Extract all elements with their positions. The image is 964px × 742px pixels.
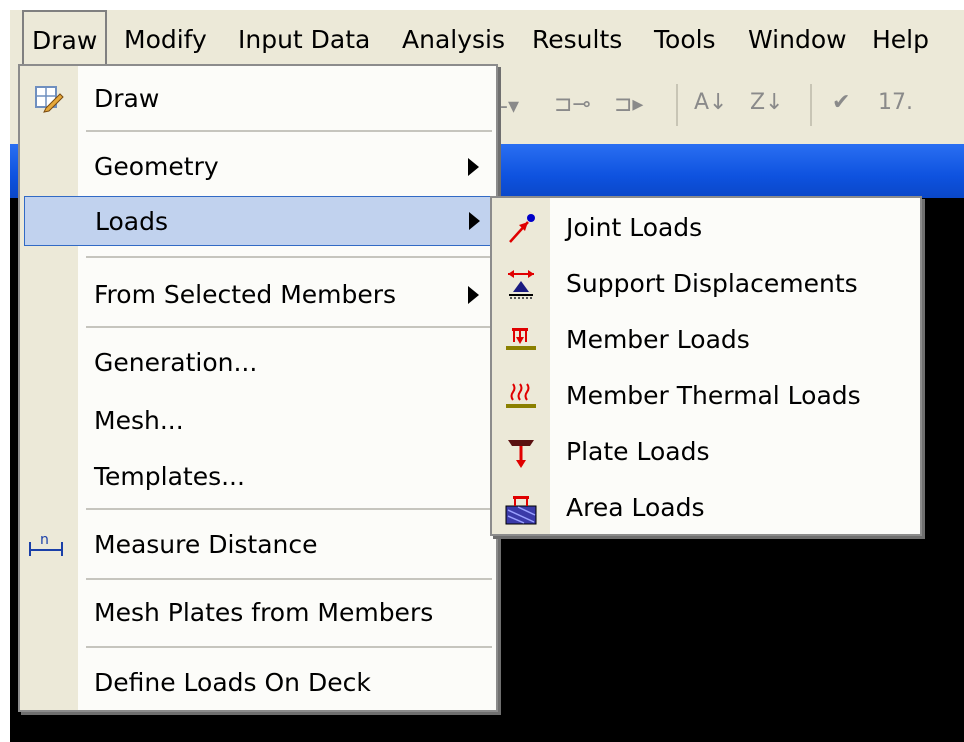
menu-analysis[interactable]: Analysis	[402, 10, 505, 66]
menu-draw[interactable]: Draw	[22, 10, 108, 66]
submenu-item-label: Joint Loads	[566, 213, 703, 242]
menu-item-generation[interactable]: Generation...	[20, 338, 496, 388]
menu-item-label: Mesh Plates from Members	[94, 598, 434, 627]
menu-modify[interactable]: Modify	[124, 10, 207, 66]
menu-separator	[86, 646, 492, 648]
toolbar-number: 17.	[878, 90, 913, 115]
measure-distance-icon: n	[29, 532, 63, 556]
submenu-item-label: Member Loads	[566, 325, 750, 354]
menu-item-define-loads-on-deck[interactable]: Define Loads On Deck	[20, 658, 496, 708]
draw-pencil-icon	[35, 86, 64, 113]
menu-item-mesh-plates-from-members[interactable]: Mesh Plates from Members	[20, 588, 496, 638]
menu-item-label: Draw	[94, 84, 160, 113]
draw-menu-dropdown: Draw Geometry Loads From Selected Member…	[18, 64, 498, 712]
svg-text:n: n	[40, 532, 49, 548]
submenu-item-support-displacements[interactable]: Support Displacements	[492, 258, 920, 310]
menu-item-label: Measure Distance	[94, 530, 318, 559]
menu-item-draw[interactable]: Draw	[20, 74, 496, 124]
thermal-load-icon	[506, 383, 536, 408]
menu-item-label: Loads	[95, 207, 168, 236]
sort-descending-icon[interactable]: Z↓	[750, 90, 784, 115]
menu-input-data[interactable]: Input Data	[238, 10, 370, 66]
menu-item-label: Geometry	[94, 152, 219, 181]
menu-item-measure-distance[interactable]: n Measure Distance	[20, 520, 496, 570]
submenu-item-plate-loads[interactable]: Plate Loads	[492, 426, 920, 478]
toolbar-separator	[676, 84, 678, 126]
menu-window[interactable]: Window	[748, 10, 847, 66]
submenu-arrow-icon	[469, 212, 480, 230]
menu-tools[interactable]: Tools	[654, 10, 716, 66]
joint-load-icon	[509, 214, 535, 243]
toolbar-separator	[810, 84, 812, 126]
submenu-arrow-icon	[468, 286, 479, 304]
menu-help[interactable]: Help	[872, 10, 929, 66]
menu-separator	[86, 578, 492, 580]
submenu-item-joint-loads[interactable]: Joint Loads	[492, 202, 920, 254]
menu-item-mesh[interactable]: Mesh...	[20, 396, 496, 446]
menu-item-geometry[interactable]: Geometry	[20, 142, 496, 192]
support-displacement-icon	[508, 270, 534, 299]
loads-submenu: Joint Loads Support Displacements Member…	[490, 196, 922, 536]
menu-separator	[86, 256, 492, 258]
toolbar-branch-icon[interactable]: ⊐▸	[614, 92, 643, 117]
menu-item-loads[interactable]: Loads	[24, 196, 494, 246]
toolbar-connector-icon[interactable]: ⊐⊸	[554, 92, 591, 117]
submenu-item-label: Support Displacements	[566, 269, 858, 298]
menu-item-templates[interactable]: Templates...	[20, 452, 496, 502]
menu-bar: Draw Modify Input Data Analysis Results …	[10, 10, 964, 66]
sort-ascending-icon[interactable]: A↓	[694, 90, 727, 115]
member-load-icon	[506, 328, 536, 350]
menu-item-from-selected-members[interactable]: From Selected Members	[20, 270, 496, 320]
plate-load-icon	[508, 440, 534, 468]
submenu-item-label: Area Loads	[566, 493, 705, 522]
area-load-icon	[505, 496, 537, 525]
menu-separator	[86, 130, 492, 132]
menu-item-label: Define Loads On Deck	[94, 668, 371, 697]
menu-item-label: Mesh...	[94, 406, 184, 435]
toolbar-dropdown-icon[interactable]: -▾	[500, 94, 519, 119]
menu-separator	[86, 508, 492, 510]
submenu-item-area-loads[interactable]: Area Loads	[492, 482, 920, 534]
checkmark-icon[interactable]: ✔	[832, 90, 850, 115]
submenu-item-label: Plate Loads	[566, 437, 710, 466]
menu-item-label: From Selected Members	[94, 280, 397, 309]
menu-separator	[86, 326, 492, 328]
submenu-item-member-loads[interactable]: Member Loads	[492, 314, 920, 366]
menu-item-label: Templates...	[94, 462, 245, 491]
menu-item-label: Generation...	[94, 348, 258, 377]
submenu-arrow-icon	[468, 158, 479, 176]
submenu-item-member-thermal-loads[interactable]: Member Thermal Loads	[492, 370, 920, 422]
menu-results[interactable]: Results	[532, 10, 622, 66]
submenu-item-label: Member Thermal Loads	[566, 381, 861, 410]
